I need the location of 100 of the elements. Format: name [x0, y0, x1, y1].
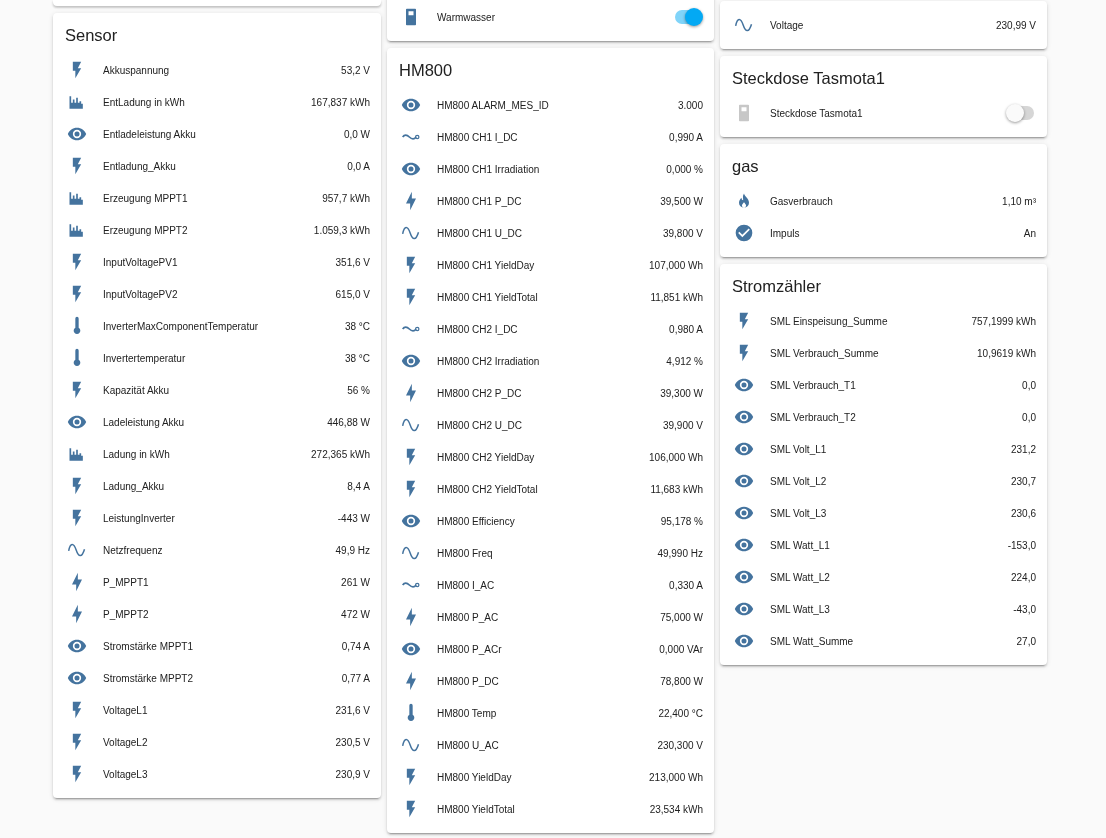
entity-name: SML Watt_L3 [770, 603, 831, 615]
entity-value: 0,990 A [669, 131, 703, 143]
entity-value: 0,000 VAr [659, 643, 703, 655]
entity-name: HM800 YieldDay [437, 771, 513, 783]
entity-name: HM800 U_AC [437, 739, 500, 751]
toggle-switch[interactable] [1008, 106, 1034, 120]
card-title: Steckdose Tasmota1 [731, 68, 886, 88]
entity-name: HM800 CH1 U_DC [437, 227, 524, 239]
entity-value: 0,330 A [669, 579, 703, 591]
entity-name: HM800 Freq [437, 547, 494, 559]
entity-name: SML Volt_L1 [770, 443, 828, 455]
entity-name: HM800 Efficiency [437, 515, 516, 527]
entity-value: 49,990 Hz [657, 547, 703, 559]
entity-value: 53,2 V [341, 64, 370, 76]
entity-value: 11,851 kWh [650, 291, 703, 303]
entity-value: 0,0 [1022, 379, 1036, 391]
entity-value: 213,000 Wh [649, 771, 703, 783]
entity-value: 351,6 V [335, 256, 370, 268]
entity-name: HM800 P_ACr [437, 643, 503, 655]
entity-value: 230,6 [1010, 507, 1036, 519]
entity-name: P_MPPT2 [103, 608, 150, 620]
entity-name: HM800 CH1 P_DC [437, 195, 523, 207]
entity-value: 230,300 V [657, 739, 703, 751]
entity-value: 10,9619 kWh [977, 347, 1036, 359]
entity-value: 107,000 Wh [649, 259, 703, 271]
entity-value: 39,800 V [662, 227, 703, 239]
entity-value: 757,1999 kWh [971, 315, 1036, 327]
entity-value: 230,7 [1010, 475, 1036, 487]
toggle-switch[interactable] [675, 10, 701, 24]
entity-name: Akkuspannung [103, 64, 171, 76]
entity-name: HM800 CH1 YieldTotal [437, 291, 539, 303]
entity-value: 167,837 kWh [311, 96, 370, 108]
entity-name: HM800 ALARM_MES_ID [437, 99, 550, 111]
entity-name: Impuls [770, 227, 801, 239]
entity-name: Warmwasser [437, 11, 496, 23]
entity-name: Kapazität Akku [103, 384, 171, 396]
entity-value: 8,4 A [347, 480, 370, 492]
entity-name: HM800 CH1 I_DC [437, 131, 519, 143]
entity-name: SML Verbrauch_Summe [770, 347, 880, 359]
entity-value: 11,683 kWh [650, 483, 703, 495]
entity-value: 0,77 A [341, 672, 370, 684]
entity-value: 38 °C [344, 352, 370, 364]
card-title: Sensor [64, 25, 119, 45]
entity-name: Entladeleistung Akku [103, 128, 197, 140]
entity-name: HM800 CH2 Irradiation [437, 355, 541, 367]
entity-value: 1,10 m³ [1002, 195, 1036, 207]
entity-name: Stromstärke MPPT2 [103, 672, 195, 684]
entity-value: 230,99 V [995, 19, 1036, 31]
entity-value: 0,0 A [347, 160, 370, 172]
card-title: HM800 [398, 60, 454, 80]
entity-name: HM800 P_DC [437, 675, 500, 687]
entity-name: HM800 Temp [437, 707, 498, 719]
entity-name: VoltageL3 [103, 768, 149, 780]
entity-value: 472 W [341, 608, 370, 620]
entity-name: Voltage [770, 19, 805, 31]
entity-value: 3.000 [677, 99, 703, 111]
entity-value: 0,980 A [669, 323, 703, 335]
entity-name: SML Watt_Summe [770, 635, 855, 647]
entity-name: Entladung_Akku [103, 160, 177, 172]
entity-name: VoltageL1 [103, 704, 149, 716]
entity-value: 615,0 V [335, 288, 370, 300]
entity-value: 446,88 W [327, 416, 370, 428]
entity-value: 230,5 V [335, 736, 370, 748]
entity-name: SML Watt_L2 [770, 571, 831, 583]
entity-value: 231,6 V [335, 704, 370, 716]
entity-name: SML Volt_L3 [770, 507, 828, 519]
entity-value: 49,9 Hz [335, 544, 370, 556]
entity-name: InputVoltagePV2 [103, 288, 179, 300]
entity-name: HM800 YieldTotal [437, 803, 516, 815]
entity-name: Invertertemperatur [103, 352, 187, 364]
entity-value: 27,0 [1016, 635, 1036, 647]
entity-name: P_MPPT1 [103, 576, 150, 588]
entity-name: HM800 I_AC [437, 579, 496, 591]
entity-value: 38 °C [344, 320, 370, 332]
entity-name: Steckdose Tasmota1 [770, 107, 864, 119]
entity-value: 231,2 [1010, 443, 1036, 455]
entity-name: HM800 CH2 U_DC [437, 419, 524, 431]
card-title: Stromzähler [731, 276, 822, 296]
entity-name: SML Watt_L1 [770, 539, 831, 551]
entity-value: 0,74 A [341, 640, 370, 652]
entity-value: 23,534 kWh [649, 803, 703, 815]
entity-name: Erzeugung MPPT1 [103, 192, 189, 204]
entity-name: Stromstärke MPPT1 [103, 640, 195, 652]
entity-value: 0,0 [1022, 411, 1036, 423]
entity-name: VoltageL2 [103, 736, 149, 748]
card-title: gas [731, 156, 760, 176]
entity-value: 95,178 % [660, 515, 703, 527]
entity-name: HM800 CH1 Irradiation [437, 163, 541, 175]
entity-value: 261 W [341, 576, 370, 588]
entity-value: 56 % [347, 384, 370, 396]
entity-value: An [1023, 227, 1036, 239]
entity-value: 1.059,3 kWh [313, 224, 370, 236]
entity-value: 957,7 kWh [322, 192, 370, 204]
entity-name: HM800 CH2 I_DC [437, 323, 519, 335]
entity-value: 39,500 W [660, 195, 703, 207]
entity-value: -43,0 [1013, 603, 1036, 615]
entity-value: 39,300 W [660, 387, 703, 399]
entity-value: 78,800 W [660, 675, 703, 687]
entity-value: 75,000 W [660, 611, 703, 623]
entity-name: Gasverbrauch [770, 195, 834, 207]
